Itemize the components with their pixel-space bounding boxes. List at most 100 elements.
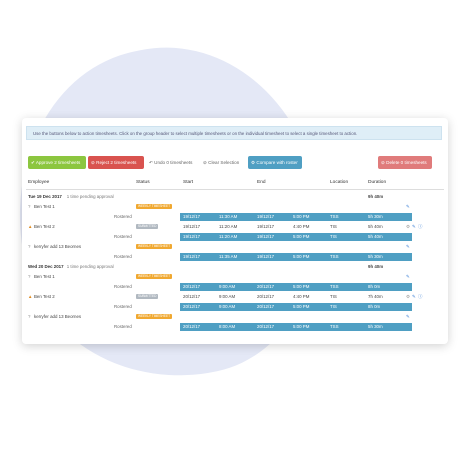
rostered-row[interactable]: Rostered 19/12/17 11:35 AM 19/12/17 5:00 PM T… <box>22 252 448 262</box>
cell-end-date: 19/12/17 <box>257 234 275 239</box>
employee-name: Ben Test 1 <box>34 204 55 209</box>
edit-icon: ✎ <box>412 294 416 299</box>
status-badge: SUBMITTED <box>136 224 159 229</box>
col-employee[interactable]: Employee <box>28 180 49 185</box>
settings-icon: ⚙ <box>406 224 410 229</box>
warning-icon: ▲ <box>28 224 33 229</box>
cell-duration: 8h 0m <box>368 284 381 289</box>
col-duration[interactable]: Duration <box>368 180 386 185</box>
rostered-bar[interactable]: 20/12/17 8:00 AM 20/12/17 5:00 PM TSS 5h 30m <box>180 323 412 331</box>
col-end[interactable]: End <box>257 180 266 185</box>
group-header[interactable]: Wed 20 Dec 2017 1 time pending approval 9h… <box>22 262 448 272</box>
compare-roster-button[interactable]: ⚙ Compare with roster <box>248 156 302 169</box>
status-badge: SUBMITTED <box>136 294 159 299</box>
rostered-bar[interactable]: 20/12/17 9:00 AM 20/12/17 5:00 PM TIS 8h 0m <box>180 303 412 311</box>
rostered-label: Rostered <box>114 304 132 309</box>
cell-end-time: 5:00 PM <box>293 304 310 309</box>
cell-start-time: 8:00 AM <box>219 324 236 329</box>
cell-duration: 5h 30m <box>368 214 383 219</box>
cell-duration: 5h 40m <box>368 224 383 229</box>
employee-name: Ben Test 2 <box>34 224 55 229</box>
col-location[interactable]: Location <box>330 180 348 185</box>
cell-start-date: 19/12/17 <box>183 214 201 219</box>
header-divider <box>26 189 444 190</box>
info-icon: ? <box>28 204 31 209</box>
cell-start-date: 20/12/17 <box>183 304 201 309</box>
rostered-bar[interactable]: 19/12/17 11:20 AM 19/12/17 5:00 PM TIS 5h 40m <box>180 233 412 241</box>
cell-duration: 5h 30m <box>368 254 383 259</box>
rostered-row[interactable]: Rostered 19/12/17 11:30 AM 19/12/17 5:00 PM T… <box>22 212 448 222</box>
status-badge: WEEKLY TIMESHEET <box>136 314 173 319</box>
cell-start-date: 20/12/17 <box>183 294 201 299</box>
cell-location: TIS <box>330 304 337 309</box>
cell-start-time: 9:00 AM <box>219 284 236 289</box>
cell-location: TIS <box>330 294 337 299</box>
cell-start-date: 20/12/17 <box>183 324 201 329</box>
cell-start-time: 11:30 AM <box>219 214 238 219</box>
group-total: 9h 40m <box>368 264 384 269</box>
rostered-label: Rostered <box>114 324 132 329</box>
rostered-row[interactable]: Rostered 20/12/17 9:00 AM 20/12/17 5:00 PM TS… <box>22 282 448 292</box>
status-badge: WEEKLY TIMESHEET <box>136 274 173 279</box>
info-circle-icon: ⓘ <box>418 294 423 299</box>
table-row[interactable]: ? Ben Test 1 WEEKLY TIMESHEET ✎ <box>22 202 448 212</box>
cell-location: TSS <box>330 324 339 329</box>
undo-button[interactable]: ↶ Undo 0 timesheets <box>146 156 198 169</box>
cell-end-date: 19/12/17 <box>257 224 275 229</box>
edit-icon: ✎ <box>406 314 410 319</box>
edit-icon: ✎ <box>412 224 416 229</box>
group-header[interactable]: Tue 19 Dec 2017 1 time pending approval 9h… <box>22 192 448 202</box>
info-circle-icon: ⓘ <box>418 224 423 229</box>
table-row[interactable]: ▲ Ben Test 2 SUBMITTED 19/12/17 11:20 AM 19/1… <box>22 222 448 232</box>
edit-icon: ✎ <box>406 244 410 249</box>
table-row[interactable]: ▲ Ben Test 2 SUBMITTED 20/12/17 9:00 AM 20/12… <box>22 292 448 302</box>
cell-duration: 8h 0m <box>368 304 381 309</box>
cell-end-date: 20/12/17 <box>257 294 275 299</box>
rostered-row[interactable]: Rostered 19/12/17 11:20 AM 19/12/17 5:00 PM T… <box>22 232 448 242</box>
delete-button[interactable]: ⊘ Delete 0 timesheets <box>378 156 432 169</box>
edit-icon: ✎ <box>406 204 410 209</box>
rostered-row[interactable]: Rostered 20/12/17 9:00 AM 20/12/17 5:00 PM TI… <box>22 302 448 312</box>
employee-name: Ben Test 1 <box>34 274 55 279</box>
cell-location: TSS <box>330 284 339 289</box>
cell-end-date: 20/12/17 <box>257 304 275 309</box>
edit-icon: ✎ <box>406 274 410 279</box>
group-pending: 1 time pending approval <box>66 194 114 199</box>
col-status[interactable]: Status <box>136 180 150 185</box>
cell-end-date: 19/12/17 <box>257 214 275 219</box>
cell-end-date: 20/12/17 <box>257 284 275 289</box>
cell-end-time: 4:40 PM <box>293 224 310 229</box>
cell-end-time: 5:00 PM <box>293 214 310 219</box>
cell-start-time: 9:00 AM <box>219 294 236 299</box>
reject-button[interactable]: ⊘ Reject 2 timesheets <box>88 156 144 169</box>
info-icon: ? <box>28 244 31 249</box>
employee-name: Ben Test 2 <box>34 294 55 299</box>
cell-location: TIS <box>330 224 337 229</box>
warning-icon: ▲ <box>28 294 33 299</box>
cell-location: TSS <box>330 254 339 259</box>
rostered-bar[interactable]: 19/12/17 11:35 AM 19/12/17 5:00 PM TSS 5h 30m <box>180 253 412 261</box>
cell-duration: 7h 40m <box>368 294 383 299</box>
table-row[interactable]: ? kerryfer add 13 Beornes WEEKLY TIMESHEET… <box>22 242 448 252</box>
cell-end-date: 19/12/17 <box>257 254 275 259</box>
cell-start-date: 20/12/17 <box>183 284 201 289</box>
table-row[interactable]: ? kerryfer add 13 Beornes WEEKLY TIMESHEET… <box>22 312 448 322</box>
group-total: 9h 40m <box>368 194 384 199</box>
cell-end-time: 4:40 PM <box>293 294 310 299</box>
cell-start-time: 11:20 AM <box>219 234 238 239</box>
cell-start-time: 11:35 AM <box>219 254 238 259</box>
col-start[interactable]: Start <box>183 180 193 185</box>
status-badge: WEEKLY TIMESHEET <box>136 204 173 209</box>
approve-button[interactable]: ✔ Approve 2 timesheets <box>28 156 86 169</box>
cell-duration: 5h 40m <box>368 234 383 239</box>
rostered-row[interactable]: Rostered 20/12/17 8:00 AM 20/12/17 5:00 PM TS… <box>22 322 448 332</box>
rostered-bar[interactable]: 19/12/17 11:30 AM 19/12/17 5:00 PM TSS 5h 30m <box>180 213 412 221</box>
clear-selection-button[interactable]: ⊘ Clear Selection <box>200 156 246 169</box>
employee-name: kerryfer add 13 Beornes <box>34 314 82 319</box>
info-icon: ? <box>28 314 31 319</box>
rostered-bar[interactable]: 20/12/17 9:00 AM 20/12/17 5:00 PM TSS 8h 0m <box>180 283 412 291</box>
cell-start-date: 19/12/17 <box>183 234 201 239</box>
table-row[interactable]: ? Ben Test 1 WEEKLY TIMESHEET ✎ <box>22 272 448 282</box>
rostered-label: Rostered <box>114 254 132 259</box>
cell-start-time: 11:20 AM <box>219 224 238 229</box>
